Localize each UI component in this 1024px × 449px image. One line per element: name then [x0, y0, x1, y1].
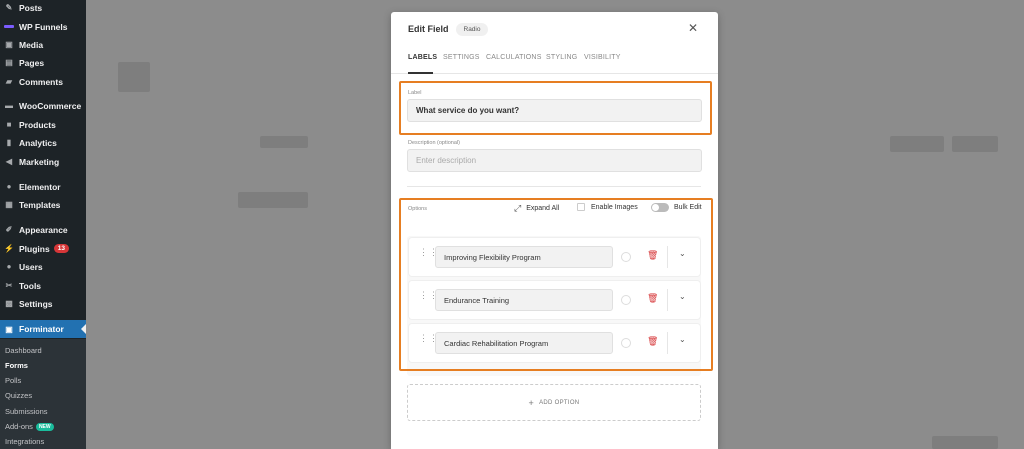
option-row: ⋮⋮ Endurance Training 🗑 ⌄ [409, 281, 700, 319]
user-icon: ● [6, 262, 12, 271]
add-option-button[interactable]: + ADD OPTION [407, 384, 701, 421]
sidebar-item-settings[interactable]: ▩ Settings [0, 295, 86, 312]
label-field-label: Label [408, 90, 422, 96]
woo-icon: ▬ [5, 101, 13, 110]
expand-icon: ⤢ [514, 203, 522, 213]
sidebar-item-tools[interactable]: ✂ Tools [0, 277, 86, 294]
plug-icon: ⚡ [4, 244, 14, 253]
sidebar-item-analytics[interactable]: ▮ Analytics [0, 134, 86, 151]
sidebar-item-users[interactable]: ● Users [0, 258, 86, 275]
option-row: ⋮⋮ Cardiac Rehabilitation Program 🗑 ⌄ [409, 324, 700, 362]
modal-tabs: LABELS SETTINGS CALCULATIONS STYLING VIS… [391, 50, 718, 74]
label-input[interactable] [407, 99, 702, 122]
trash-icon[interactable]: 🗑 [647, 336, 658, 347]
option-label-input[interactable]: Endurance Training [435, 289, 613, 311]
plugins-update-badge: 13 [53, 244, 69, 253]
modal-header: Edit Field Radio ✕ [391, 12, 718, 46]
box-icon: ■ [6, 120, 12, 129]
checkbox-icon [577, 203, 585, 211]
brush-icon: ✐ [5, 225, 13, 234]
admin-sidebar: ✎ Posts WP Funnels ▣ Media ▤ Pages ▰ Comment… [0, 0, 86, 449]
sidebar-item-templates[interactable]: ▦ Templates [0, 196, 86, 213]
active-tab-indicator [408, 72, 433, 74]
submenu-add-ons[interactable]: Add-ons NEW [5, 422, 54, 431]
bar-chart-icon: ▮ [6, 138, 12, 147]
megaphone-icon: ◀ [5, 157, 13, 166]
option-label-input[interactable]: Improving Flexibility Program [435, 246, 613, 268]
separator [667, 289, 668, 311]
option-label-input[interactable]: Cardiac Rehabilitation Program [435, 332, 613, 354]
background-block [952, 136, 998, 152]
drag-handle-icon[interactable]: ⋮⋮ [419, 248, 438, 263]
drag-handle-icon[interactable]: ⋮⋮ [419, 334, 438, 349]
sidebar-item-marketing[interactable]: ◀ Marketing [0, 153, 86, 170]
sidebar-item-pages[interactable]: ▤ Pages [0, 54, 86, 71]
sidebar-item-comments[interactable]: ▰ Comments [0, 73, 86, 90]
tab-settings[interactable]: SETTINGS [443, 54, 480, 61]
submenu-polls[interactable]: Polls [5, 376, 21, 385]
sidebar-item-woocommerce[interactable]: ▬ WooCommerce [0, 97, 86, 114]
default-option-radio[interactable] [621, 338, 631, 348]
plus-icon: + [528, 397, 535, 408]
sidebar-item-posts[interactable]: ✎ Posts [0, 0, 86, 16]
expand-all-button[interactable]: ⤢ Expand All [514, 203, 559, 214]
tab-styling[interactable]: STYLING [546, 54, 577, 61]
media-icon: ▣ [5, 40, 13, 49]
toggle-switch-icon [651, 203, 669, 212]
trash-icon[interactable]: 🗑 [647, 293, 658, 304]
funnel-icon [4, 25, 14, 28]
sidebar-item-wp-funnels[interactable]: WP Funnels [0, 18, 86, 35]
drag-handle-icon[interactable]: ⋮⋮ [419, 291, 438, 306]
sidebar-item-plugins[interactable]: ⚡ Plugins 13 [0, 240, 86, 257]
background-block [238, 192, 308, 208]
forminator-submenu: Dashboard Forms Polls Quizzes Submission… [0, 339, 86, 449]
submenu-quizzes[interactable]: Quizzes [5, 391, 32, 400]
tab-visibility[interactable]: VISIBILITY [584, 54, 621, 61]
sidebar-item-media[interactable]: ▣ Media [0, 36, 86, 53]
pin-icon: ✎ [5, 3, 13, 12]
chevron-down-icon[interactable]: ⌄ [679, 249, 686, 258]
sidebar-item-elementor[interactable]: ● Elementor [0, 178, 86, 195]
submenu-integrations[interactable]: Integrations [5, 437, 44, 446]
folder-icon: ▦ [5, 200, 13, 209]
separator [667, 246, 668, 268]
submenu-dashboard[interactable]: Dashboard [5, 346, 42, 355]
chevron-down-icon[interactable]: ⌄ [679, 292, 686, 301]
description-input[interactable] [407, 149, 702, 172]
sidebar-item-forminator[interactable]: ▣ Forminator [0, 320, 86, 338]
background-block [932, 436, 998, 449]
modal-title: Edit Field [408, 24, 449, 34]
background-block [890, 136, 944, 152]
elementor-icon: ● [6, 182, 12, 191]
tab-calculations[interactable]: CALCULATIONS [486, 54, 542, 61]
background-block [260, 136, 308, 148]
option-row: ⋮⋮ Improving Flexibility Program 🗑 ⌄ [409, 238, 700, 276]
separator [667, 332, 668, 354]
tab-labels[interactable]: LABELS [408, 54, 437, 61]
new-badge: NEW [35, 422, 54, 431]
default-option-radio[interactable] [621, 295, 631, 305]
options-label: Options [408, 206, 427, 212]
description-field-label: Description (optional) [408, 140, 460, 146]
field-type-badge: Radio [455, 22, 489, 36]
chevron-down-icon[interactable]: ⌄ [679, 335, 686, 344]
forminator-icon: ▣ [5, 324, 13, 334]
submenu-submissions[interactable]: Submissions [5, 407, 48, 416]
background-avatar [118, 62, 150, 92]
enable-images-checkbox[interactable]: Enable Images [577, 203, 638, 211]
settings-icon: ▩ [5, 299, 13, 308]
wrench-icon: ✂ [5, 281, 13, 290]
bulk-edit-toggle[interactable]: Bulk Edit [651, 203, 702, 212]
submenu-forms[interactable]: Forms [5, 361, 28, 370]
close-icon[interactable]: ✕ [688, 22, 698, 34]
comment-icon: ▰ [5, 77, 13, 86]
edit-field-modal: Edit Field Radio ✕ LABELS SETTINGS CALCU… [391, 12, 718, 449]
page-icon: ▤ [5, 58, 13, 67]
trash-icon[interactable]: 🗑 [647, 250, 658, 261]
section-divider [407, 186, 701, 187]
default-option-radio[interactable] [621, 252, 631, 262]
sidebar-item-products[interactable]: ■ Products [0, 116, 86, 133]
sidebar-item-appearance[interactable]: ✐ Appearance [0, 221, 86, 238]
